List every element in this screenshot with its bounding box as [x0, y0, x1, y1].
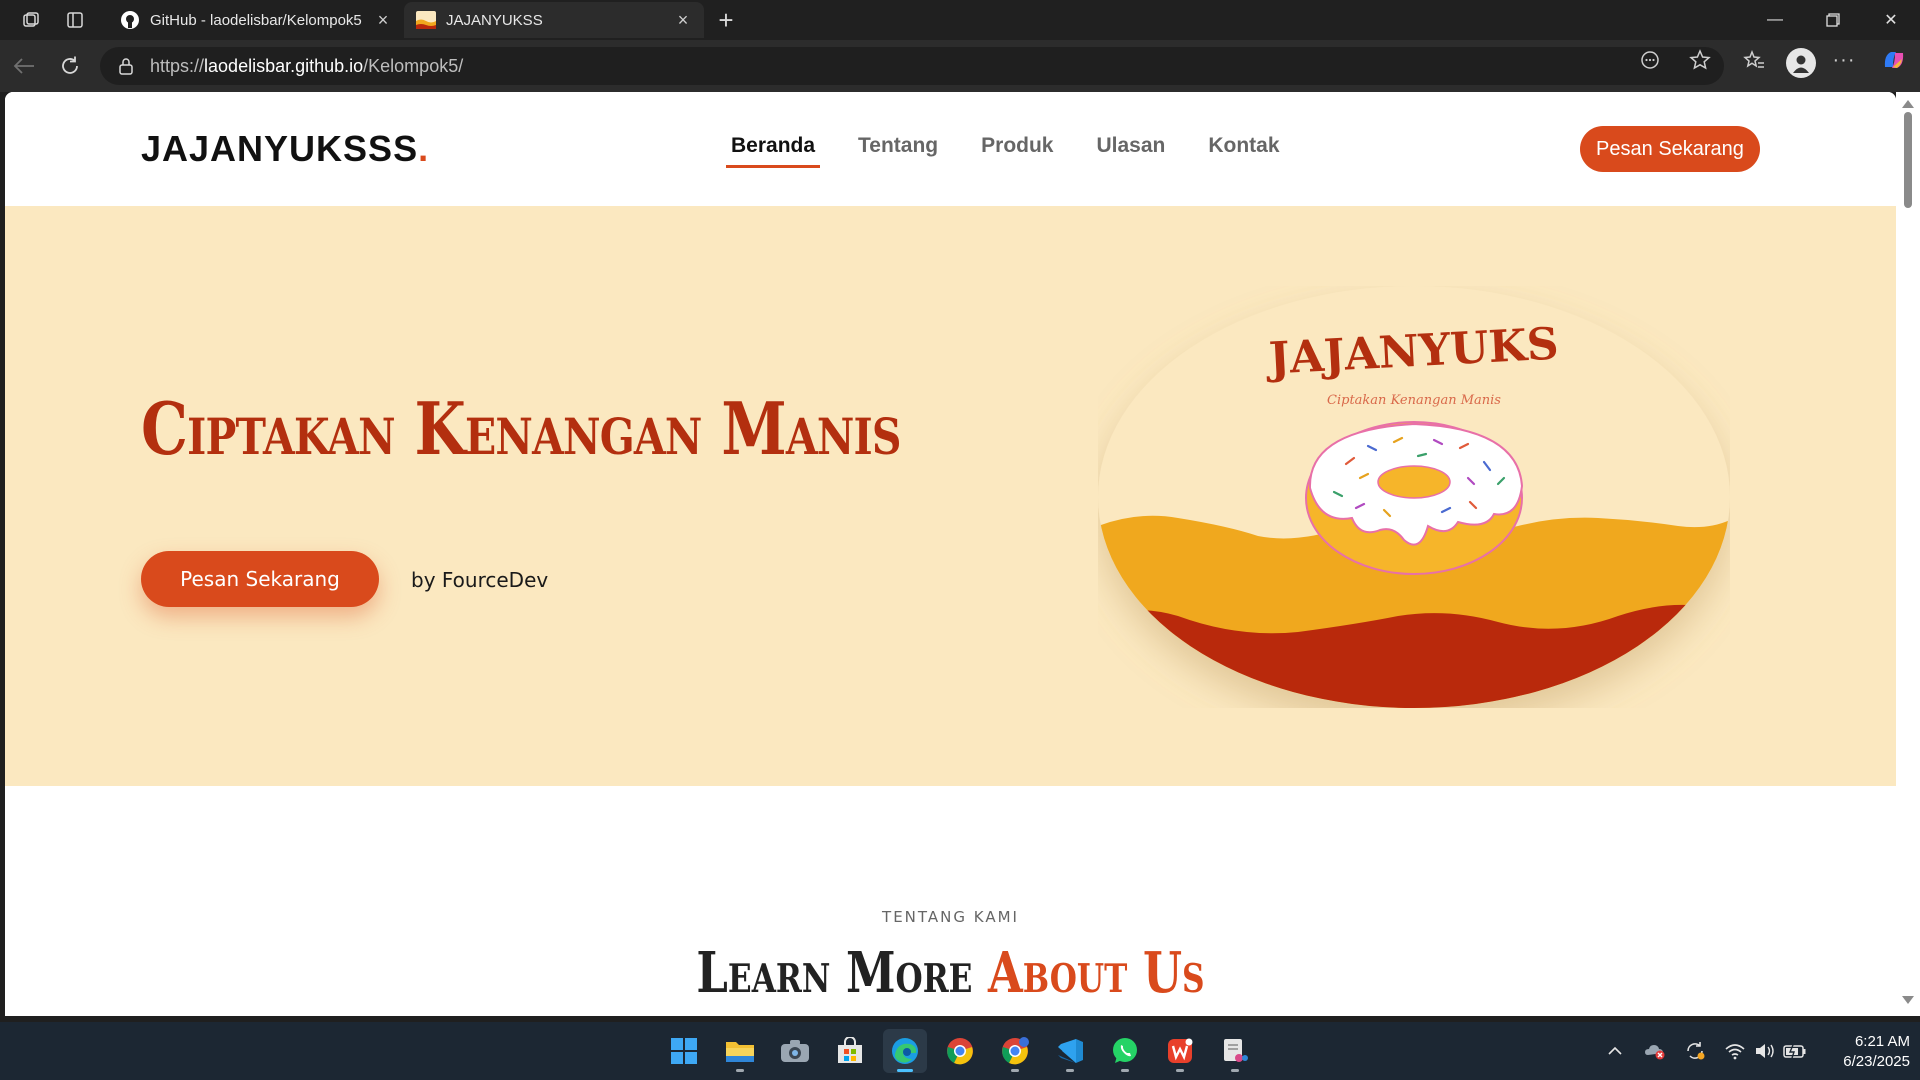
browser-tab-bar: GitHub - laodelisbar/Kelompok5 × JAJANYU… — [0, 0, 1920, 40]
vscode-icon[interactable] — [1048, 1029, 1092, 1073]
close-tab-icon[interactable]: × — [674, 10, 692, 31]
favorite-star-icon[interactable] — [1686, 46, 1714, 74]
wps-office-icon[interactable] — [1158, 1029, 1202, 1073]
nav-produk[interactable]: Produk — [981, 134, 1053, 168]
hero-donut-illustration: JAJANYUKS Ciptakan Kenangan Manis — [1098, 286, 1730, 708]
read-aloud-icon[interactable] — [1636, 46, 1664, 74]
hero-byline: by FourceDev — [411, 568, 549, 592]
chrome-icon[interactable] — [938, 1029, 982, 1073]
browser-toolbar: https://laodelisbar.github.io/Kelompok5/… — [0, 40, 1920, 92]
minimize-icon[interactable]: — — [1746, 0, 1804, 40]
profile-avatar-icon[interactable] — [1786, 48, 1816, 78]
main-nav: Beranda Tentang Produk Ulasan Kontak — [725, 134, 1323, 168]
windows-taskbar: 6:21 AM 6/23/2025 — [0, 1022, 1920, 1080]
url-text: https://laodelisbar.github.io/Kelompok5/ — [150, 55, 464, 76]
tab-title: GitHub - laodelisbar/Kelompok5 — [150, 11, 362, 29]
about-section: TENTANG KAMI Learn More About Us — [5, 786, 1896, 1016]
site-favicon-icon — [416, 10, 436, 30]
wifi-icon[interactable] — [1722, 1039, 1748, 1063]
file-explorer-icon[interactable] — [718, 1029, 762, 1073]
camera-icon[interactable] — [773, 1029, 817, 1073]
site-info-icon[interactable] — [118, 57, 140, 75]
clock-date: 6/23/2025 — [1843, 1053, 1910, 1070]
back-icon[interactable] — [8, 50, 40, 82]
nav-tentang[interactable]: Tentang — [858, 134, 938, 168]
github-icon — [120, 10, 140, 30]
start-icon[interactable] — [662, 1029, 706, 1073]
refresh-icon[interactable] — [54, 50, 86, 82]
copilot-icon[interactable] — [1880, 46, 1908, 74]
header-order-button[interactable]: Pesan Sekarang — [1580, 126, 1760, 172]
new-tab-icon[interactable]: + — [710, 4, 742, 36]
hero-order-button[interactable]: Pesan Sekarang — [141, 551, 379, 607]
restore-icon[interactable] — [1804, 0, 1862, 40]
show-hidden-icons-icon[interactable] — [1602, 1039, 1628, 1063]
chrome-profile-icon[interactable] — [993, 1029, 1037, 1073]
hero-section: Ciptakan Kenangan Manis Pesan Sekarang b… — [5, 206, 1896, 786]
donut-icon — [1305, 421, 1524, 575]
workspaces-icon[interactable] — [16, 6, 46, 34]
close-window-icon[interactable]: ✕ — [1862, 0, 1920, 40]
clock-time: 6:21 AM — [1854, 1033, 1910, 1050]
volume-icon[interactable] — [1752, 1039, 1778, 1063]
close-tab-icon[interactable]: × — [374, 10, 392, 31]
sync-icon[interactable] — [1682, 1039, 1708, 1063]
favorites-icon[interactable] — [1740, 46, 1768, 74]
web-page: JAJANYUKSSS. Beranda Tentang Produk Ulas… — [5, 92, 1896, 1016]
tab-github[interactable]: GitHub - laodelisbar/Kelompok5 × — [108, 2, 404, 38]
site-logo[interactable]: JAJANYUKSSS. — [141, 128, 429, 170]
tab-actions-icon[interactable] — [60, 6, 90, 34]
about-kicker: TENTANG KAMI — [882, 908, 1019, 926]
snipping-tool-icon[interactable] — [1213, 1029, 1257, 1073]
nav-beranda[interactable]: Beranda — [725, 134, 821, 168]
address-bar[interactable]: https://laodelisbar.github.io/Kelompok5/ — [100, 47, 1724, 85]
nav-kontak[interactable]: Kontak — [1208, 134, 1279, 168]
battery-icon[interactable] — [1782, 1039, 1808, 1063]
edge-icon[interactable] — [883, 1029, 927, 1073]
scrollbar-thumb[interactable] — [1904, 112, 1912, 208]
hero-title: Ciptakan Kenangan Manis — [141, 386, 901, 471]
taskbar-clock[interactable]: 6:21 AM 6/23/2025 — [1810, 1032, 1910, 1072]
nav-ulasan[interactable]: Ulasan — [1096, 134, 1165, 168]
scroll-up-icon[interactable] — [1902, 100, 1914, 108]
microsoft-store-icon[interactable] — [828, 1029, 872, 1073]
onedrive-error-icon[interactable] — [1642, 1039, 1668, 1063]
site-header: JAJANYUKSSS. Beranda Tentang Produk Ulas… — [5, 92, 1896, 206]
page-scrollbar[interactable] — [1896, 92, 1920, 1016]
scroll-down-icon[interactable] — [1902, 996, 1914, 1004]
about-title: Learn More About Us — [696, 940, 1205, 1006]
whatsapp-icon[interactable] — [1103, 1029, 1147, 1073]
illustration-tagline-text: Ciptakan Kenangan Manis — [1327, 393, 1501, 408]
tab-title: JAJANYUKSS — [446, 11, 543, 29]
tab-jajanyukss[interactable]: JAJANYUKSS × — [404, 2, 704, 38]
more-menu-icon[interactable]: ··· — [1830, 46, 1858, 74]
